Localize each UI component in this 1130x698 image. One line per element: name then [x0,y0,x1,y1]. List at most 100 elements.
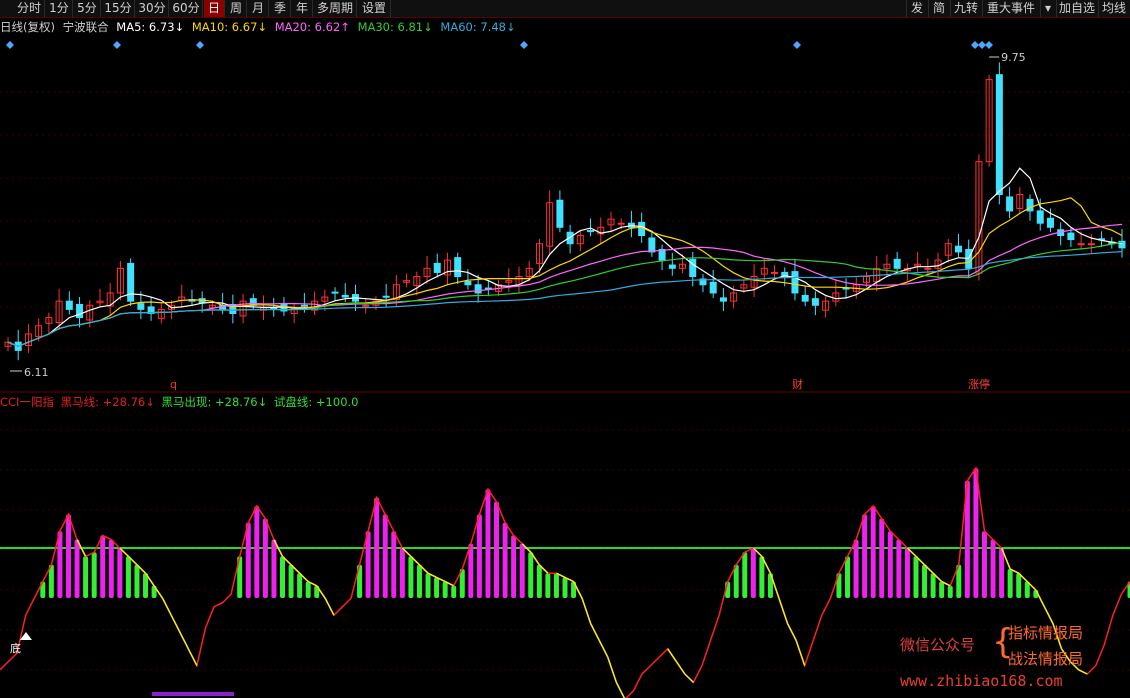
candle-body [954,245,962,253]
cci-bar [930,573,936,598]
cci-bar [382,514,388,598]
cci-fall-segment [170,614,181,633]
cci-bar [528,552,534,598]
cci-bar [365,531,371,598]
cci-bar [553,573,559,598]
candle-body [137,303,145,310]
cci-fall-segment [1035,589,1046,608]
cci-bar [288,564,294,598]
cci-bar [391,531,397,598]
cci-bar [83,556,89,598]
candle-body [382,295,390,298]
cci-bar [485,489,491,598]
cci-fall-segment [590,623,600,641]
candle-body [1077,243,1085,246]
cci-bar [536,564,542,598]
candle-body [454,257,462,278]
cci-fall-segment [615,682,626,698]
cci-bar [65,514,71,598]
candle-body [771,271,779,274]
test-line-label: 试盘线: +100.0 [273,395,359,409]
candle-body [362,304,370,307]
watermark: 微信公众号 { 指标情报局 战法情报局 www.zhibiao168.com [900,620,1120,692]
bottom-signal-label: 底 [10,641,21,655]
event-marker-2: 涨停 [968,377,990,391]
cci-bar [117,548,123,598]
cci-bar [845,556,850,598]
cci-fall-segment [795,640,806,666]
cci-bar [416,564,422,598]
candle-body [1046,217,1054,228]
cci-bar [374,497,380,598]
cci-bar [425,573,431,598]
cci-bar [262,518,268,598]
cci-bar [134,564,140,598]
cci-bar [245,522,251,598]
cci-bar [853,539,859,598]
candle-body [474,284,482,294]
cci-fall-segment [786,623,797,641]
signal-diamond-6 [978,41,986,49]
signal-diamond-1 [113,41,121,49]
cci-bar [408,556,414,598]
ma20-line [7,223,1123,347]
cci-fall-segment [324,598,335,616]
cci-bar [896,539,902,598]
cci-bar [74,539,80,598]
cci-bar [494,501,500,598]
cci-bar [904,548,910,598]
signal-diamond-0 [6,41,14,49]
cci-bar [922,564,928,598]
cci-bar [887,531,893,598]
cci-fall-segment [607,656,618,683]
cci-bar [271,539,277,598]
signal-diamond-7 [985,41,993,49]
cci-fall-segment [161,598,172,616]
cci-bar [1016,573,1022,598]
event-marker-1: 财 [792,377,803,391]
candle-body [587,230,595,233]
cci-bar [442,581,448,598]
cci-fall-segment [598,640,609,658]
signal-diamond-4 [793,41,801,49]
candle-body [341,294,349,298]
candle-body [556,199,564,228]
candle-body [719,297,727,302]
heima-line-label: 黑马线: +28.76↓ [60,395,155,409]
watermark-line2: 指标情报局 [1008,624,1084,642]
cci-bar [545,573,551,598]
heima-appear-label: 黑马出现: +28.76↓ [161,395,268,409]
candle-body [924,267,932,270]
cci-bar [973,468,979,598]
indicator-info: CCI一阳指 黑马线: +28.76↓ 黑马出现: +28.76↓ 试盘线: +… [0,394,361,410]
candle-body [648,237,656,253]
candle-body [1087,243,1095,246]
cci-bar [305,581,311,598]
candle-body [1036,210,1044,224]
cci-bar [862,514,868,598]
cci-bar [57,531,63,598]
candle-body [617,222,625,225]
cci-bar [1007,569,1013,598]
watermark-line3: 战法情报局 [1008,650,1084,668]
signal-diamond-5 [971,41,979,49]
cci-bar [939,581,945,598]
cci-bar [297,573,303,598]
signal-diamond-2 [196,41,204,49]
candle-body [300,304,308,307]
watermark-wechat: 微信公众号 [900,636,976,654]
cci-bar [870,506,876,598]
candle-body [65,300,73,310]
cci-bar [280,556,285,598]
cci-bar [913,556,919,598]
cci-bar [108,539,114,598]
timeline-scroll-thumb [152,692,234,696]
low-price-label: 6.11 [24,366,49,379]
candle-body [1067,232,1075,241]
cci-bar [519,543,525,598]
cci-bar [999,548,1005,598]
candle-body [127,262,135,302]
cci-bar [434,577,440,598]
ma5-line [7,167,1123,347]
event-marker-0: q [170,378,177,391]
